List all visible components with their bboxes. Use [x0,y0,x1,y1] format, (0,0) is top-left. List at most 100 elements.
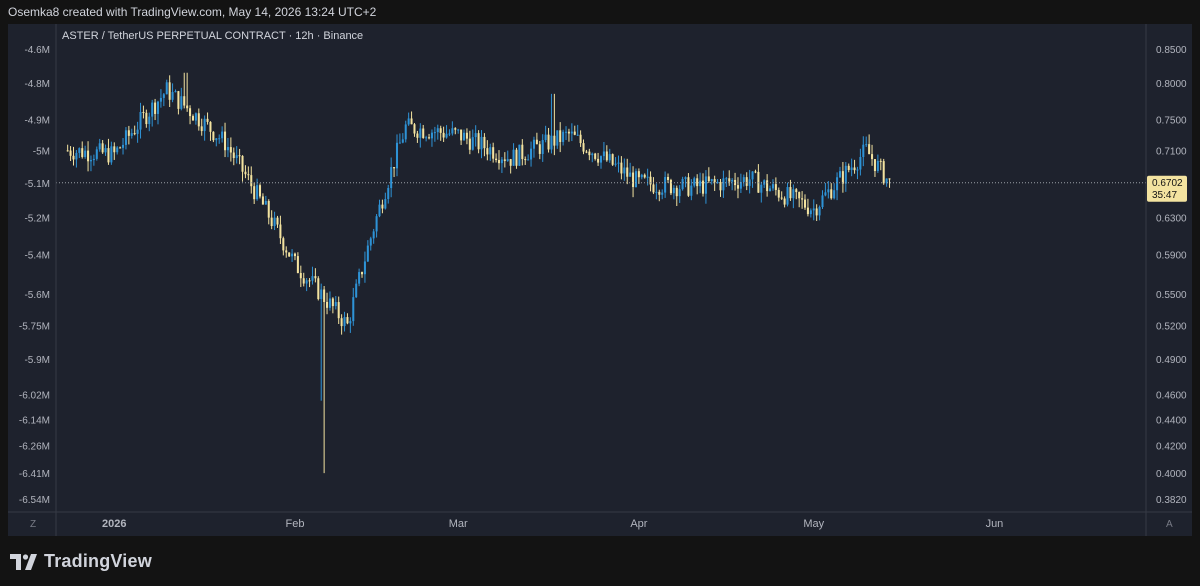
candle-body [331,298,334,307]
candle-body [567,131,570,134]
left-axis[interactable]: -4.6M -4.8M -4.9M -5M -5.1M -5.2M -5.4M -5.6M -5… [19,45,50,506]
candle-body [369,238,372,246]
candle-body [669,179,672,194]
candle-body [474,133,477,138]
time-axis-label: Jun [986,518,1004,530]
candle-body [611,154,614,165]
candle-body [299,273,302,279]
right-axis[interactable]: 0.85000.80000.75000.71000.67000.63000.59… [1156,45,1187,506]
candle-body [614,163,617,165]
right-axis-label: 0.8500 [1156,45,1187,56]
right-axis-label: 0.4400 [1156,416,1187,427]
candle-body [346,317,349,324]
candle-body [492,147,495,159]
left-axis-label: -5.4M [24,251,50,262]
candle-body [197,113,200,127]
candle-body [701,180,705,194]
candle-body [203,118,206,132]
candle-body [206,118,209,122]
candle-body [78,148,81,153]
candle-body [588,151,591,156]
candle-body [296,256,299,274]
candle-body [320,289,323,300]
candle-body [428,137,431,139]
candle-body [862,144,865,157]
candle-body [652,184,655,193]
candle-body [104,148,107,153]
candle-body [530,148,533,160]
candle-body [221,131,224,139]
candle-body [87,150,90,162]
candle-body [774,184,777,190]
left-axis-label: -6.26M [19,442,50,453]
candle-body [110,146,113,163]
candle-body [573,131,576,135]
candle-body [640,174,643,178]
candle-body [127,130,130,136]
candle-body [410,118,413,125]
time-axis[interactable]: 2026 Feb Mar Apr May Jun [102,518,1003,530]
candle-body [856,169,859,171]
candle-body [84,150,87,157]
candle-body [617,162,620,164]
left-axis-label: -5.2M [24,214,50,225]
right-axis-label: 0.4200 [1156,442,1187,453]
candle-body [168,82,171,100]
tradingview-wordmark: TradingView [44,551,152,571]
candle-body [288,252,291,257]
candle-body [637,171,640,178]
candle-body [457,129,460,131]
candle-body [293,253,297,257]
candle-body [623,167,626,174]
candle-body [113,146,116,153]
candle-body [757,171,760,193]
candle-body [579,134,582,144]
candle-body [792,189,795,199]
candle-body [506,159,509,161]
candle-body [282,238,285,251]
candle-body [398,142,401,144]
right-axis-label: 0.4900 [1156,355,1187,366]
time-axis-label: 2026 [102,518,126,530]
candle-body [130,133,133,136]
candle-body [200,126,203,132]
log-scale-button[interactable]: Z [30,519,36,530]
candle-body [871,154,874,160]
candle-body [798,192,801,199]
time-axis-label: Feb [285,518,304,530]
candle-body [541,140,544,154]
candle-body [795,189,798,193]
candle-body [98,143,101,150]
candle-body [317,278,320,300]
candle-body [608,154,611,161]
price-chart[interactable]: -4.6M -4.8M -4.9M -5M -5.1M -5.2M -5.4M -5.6M -5… [0,0,1200,586]
candle-body [465,132,468,139]
candle-body [667,177,670,180]
candle-body [879,160,882,162]
right-axis-label: 0.3820 [1156,495,1187,506]
candle-body [276,217,279,225]
candle-body [480,136,483,150]
candle-body [527,159,530,161]
left-axis-label: -4.6M [24,45,50,56]
candle-body [873,159,876,171]
candle-body [448,133,451,135]
candle-body [483,136,486,149]
candle-body [599,156,603,163]
candle-body [273,217,276,227]
time-axis-label: May [803,518,824,530]
candle-body [675,187,678,197]
candle-body [707,176,710,182]
time-axis-label: Apr [630,518,647,530]
candle-body [824,192,827,196]
candle-body [366,245,369,262]
candle-body [841,171,844,184]
candle-body [853,167,856,171]
candle-body [247,174,250,176]
candle-body [850,167,853,170]
candle-body [745,177,748,186]
candle-body [690,185,693,196]
candle-body [212,131,215,141]
candle-body [340,318,343,327]
auto-scale-button[interactable]: A [1166,519,1173,530]
